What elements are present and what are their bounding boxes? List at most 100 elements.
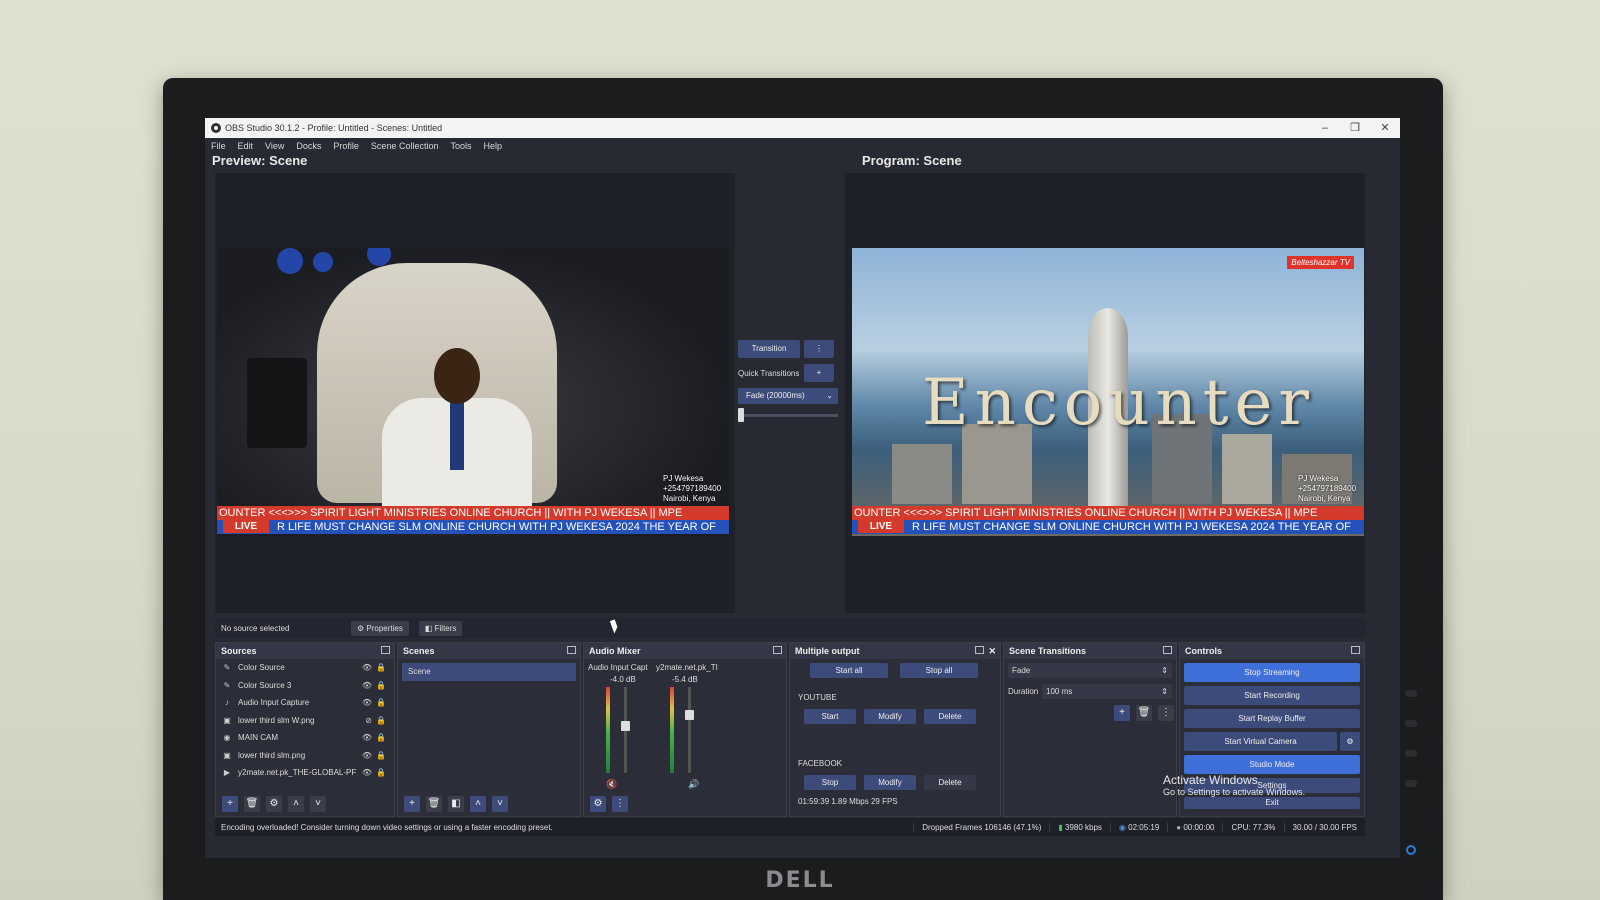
- lock-icon[interactable]: 🔒: [376, 681, 386, 690]
- eye-icon[interactable]: 👁: [362, 681, 372, 690]
- eye-icon[interactable]: 👁: [362, 698, 372, 707]
- cpu-usage: CPU: 77.3%: [1222, 822, 1283, 832]
- undock-icon[interactable]: [975, 646, 984, 654]
- move-down-icon[interactable]: ˅: [492, 796, 508, 812]
- trash-icon[interactable]: 🗑: [426, 796, 442, 812]
- add-quick-transition-button[interactable]: +: [804, 364, 834, 382]
- filter-icon[interactable]: ◧: [448, 796, 464, 812]
- source-item[interactable]: ▣ lower third slm W.png ⊘ 🔒: [216, 712, 394, 730]
- transition-slider[interactable]: [738, 408, 838, 422]
- filters-button[interactable]: ◧ Filters: [418, 620, 463, 636]
- menu-profile[interactable]: Profile: [333, 141, 359, 151]
- menu-scene-collection[interactable]: Scene Collection: [371, 141, 439, 151]
- facebook-stop-button[interactable]: Stop: [804, 775, 856, 790]
- bitrate: ▮ 3980 kbps: [1049, 822, 1110, 832]
- preview-canvas[interactable]: PJ Wekesa +254797189400 Nairobi, Kenya O…: [217, 248, 729, 536]
- quick-transitions-label: Quick Transitions: [738, 368, 800, 378]
- minimize-button[interactable]: –: [1310, 118, 1340, 138]
- eye-icon[interactable]: 👁: [362, 751, 372, 760]
- close-icon[interactable]: ✕: [988, 643, 996, 659]
- gear-icon[interactable]: ⚙: [590, 796, 606, 812]
- channel-2-meter: [670, 687, 674, 773]
- start-recording-button[interactable]: Start Recording: [1184, 686, 1360, 705]
- close-button[interactable]: ✕: [1370, 118, 1400, 138]
- move-down-icon[interactable]: ˅: [310, 796, 326, 812]
- stop-streaming-button[interactable]: Stop Streaming: [1184, 663, 1360, 682]
- preview-pane[interactable]: PJ Wekesa +254797189400 Nairobi, Kenya O…: [215, 173, 735, 613]
- speaker-icon[interactable]: 🔊: [688, 779, 699, 790]
- trash-icon[interactable]: 🗑: [1136, 705, 1152, 721]
- move-up-icon[interactable]: ˄: [470, 796, 486, 812]
- eye-hidden-icon[interactable]: ⊘: [365, 716, 372, 725]
- facebook-stats: 01:59:39 1.89 Mbps 29 FPS: [798, 797, 898, 806]
- youtube-delete-button[interactable]: Delete: [924, 709, 976, 724]
- source-item[interactable]: ▣ lower third slm.png 👁 🔒: [216, 747, 394, 765]
- fader-handle[interactable]: [685, 709, 694, 720]
- start-replay-buffer-button[interactable]: Start Replay Buffer: [1184, 709, 1360, 728]
- muted-speaker-icon[interactable]: 🔇: [606, 779, 617, 790]
- eye-icon[interactable]: 👁: [362, 768, 372, 777]
- transition-select[interactable]: Fade (20000ms) ⌄: [738, 388, 838, 404]
- undock-icon[interactable]: [773, 646, 782, 654]
- undock-icon[interactable]: [1163, 646, 1172, 654]
- scene-item[interactable]: Scene: [402, 663, 576, 681]
- start-virtual-camera-button[interactable]: Start Virtual Camera: [1184, 732, 1337, 751]
- ticker-top: OUNTER <<<>>> SPIRIT LIGHT MINISTRIES ON…: [217, 506, 729, 520]
- source-item[interactable]: ♪ Audio Input Capture 👁 🔒: [216, 694, 394, 712]
- move-up-icon[interactable]: ˄: [288, 796, 304, 812]
- lock-icon[interactable]: 🔒: [376, 751, 386, 760]
- source-item[interactable]: ▶ y2mate.net.pk_THE-GLOBAL-PF 👁 🔒: [216, 764, 394, 782]
- slider-thumb[interactable]: [738, 408, 744, 422]
- menu-docks[interactable]: Docks: [296, 141, 321, 151]
- transition-button[interactable]: Transition: [738, 340, 800, 358]
- source-item[interactable]: ✎ Color Source 3 👁 🔒: [216, 677, 394, 695]
- add-scene-button[interactable]: +: [404, 796, 420, 812]
- lock-icon[interactable]: 🔒: [376, 733, 386, 742]
- youtube-modify-button[interactable]: Modify: [864, 709, 916, 724]
- facebook-modify-button[interactable]: Modify: [864, 775, 916, 790]
- fader-handle[interactable]: [621, 721, 630, 732]
- menu-file[interactable]: File: [211, 141, 226, 151]
- lock-icon[interactable]: 🔒: [376, 698, 386, 707]
- source-label: Color Source: [238, 663, 285, 673]
- menu-edit[interactable]: Edit: [238, 141, 254, 151]
- source-item[interactable]: ✎ Color Source 👁 🔒: [216, 659, 394, 677]
- studio-mode-button[interactable]: Studio Mode: [1184, 755, 1360, 774]
- menu-view[interactable]: View: [265, 141, 284, 151]
- duration-input[interactable]: 100 ms ⇕: [1042, 684, 1172, 699]
- add-transition-button[interactable]: +: [1114, 705, 1130, 721]
- lock-icon[interactable]: 🔒: [376, 716, 386, 725]
- exit-button[interactable]: Exit: [1184, 797, 1360, 809]
- scenes-dock: Scenes Scene + 🗑 ◧ ˄ ˅: [397, 642, 581, 817]
- undock-icon[interactable]: [567, 646, 576, 654]
- trash-icon[interactable]: 🗑: [244, 796, 260, 812]
- window-controls: – ❐ ✕: [1310, 118, 1400, 138]
- undock-icon[interactable]: [1351, 646, 1360, 654]
- eye-icon[interactable]: 👁: [362, 733, 372, 742]
- gear-icon[interactable]: ⚙: [266, 796, 282, 812]
- controls-header: Controls: [1180, 643, 1364, 659]
- window-title: OBS Studio 30.1.2 - Profile: Untitled - …: [225, 123, 443, 133]
- play-icon: ▶: [223, 768, 231, 778]
- eye-icon[interactable]: 👁: [362, 663, 372, 672]
- facebook-delete-button[interactable]: Delete: [924, 775, 976, 790]
- lock-icon[interactable]: 🔒: [376, 768, 386, 777]
- start-all-button[interactable]: Start all: [810, 663, 888, 678]
- undock-icon[interactable]: [381, 646, 390, 654]
- more-icon[interactable]: ⋮: [1158, 705, 1174, 721]
- transition-more-button[interactable]: ⋮: [804, 340, 834, 358]
- source-item[interactable]: ◉ MAIN CAM 👁 🔒: [216, 729, 394, 747]
- menu-tools[interactable]: Tools: [450, 141, 471, 151]
- stop-all-button[interactable]: Stop all: [900, 663, 978, 678]
- add-source-button[interactable]: +: [222, 796, 238, 812]
- lock-icon[interactable]: 🔒: [376, 663, 386, 672]
- channel-1-fader[interactable]: [621, 687, 630, 773]
- menu-help[interactable]: Help: [483, 141, 502, 151]
- gear-icon[interactable]: ⚙: [1340, 732, 1360, 751]
- more-icon[interactable]: ⋮: [612, 796, 628, 812]
- maximize-button[interactable]: ❐: [1340, 118, 1370, 138]
- properties-button[interactable]: ⚙ Properties: [351, 620, 409, 636]
- channel-2-fader[interactable]: [685, 687, 694, 773]
- transition-type-select[interactable]: Fade ⇕: [1008, 663, 1172, 678]
- youtube-start-button[interactable]: Start: [804, 709, 856, 724]
